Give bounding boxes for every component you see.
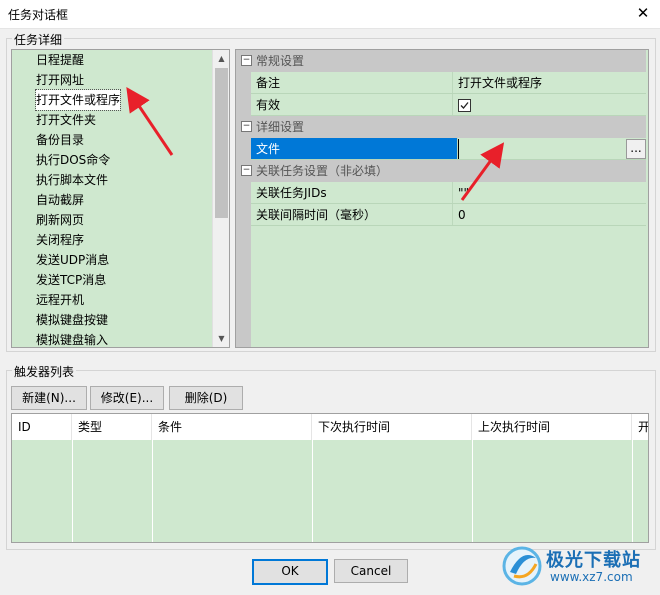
annotation-arrow-tree — [126, 87, 174, 156]
annotation-arrows — [126, 87, 505, 201]
annotation-arrow-file — [460, 142, 505, 201]
